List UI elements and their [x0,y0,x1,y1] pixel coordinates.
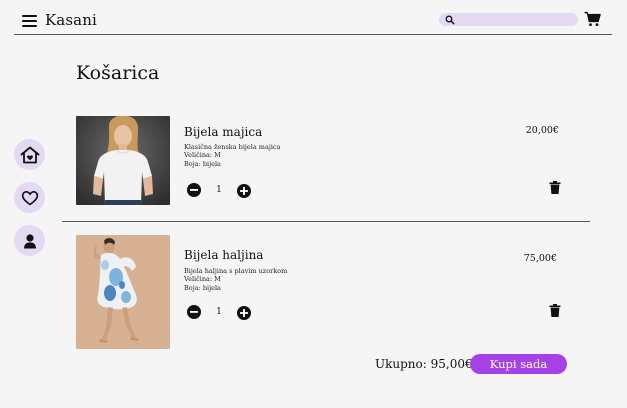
white-dress-model-image [76,235,170,349]
user-icon [23,233,36,248]
increase-quantity-button[interactable] [237,306,251,320]
item-size: Veličina: M [184,275,221,284]
quantity-value: 1 [216,185,222,195]
product-image[interactable] [76,116,170,205]
sidebar-item-home[interactable] [14,139,45,170]
increase-quantity-button[interactable] [237,184,251,198]
item-description: Bijela haljina s plavim uzorkom Veličina… [184,267,287,292]
header-divider [14,34,612,35]
item-price: 20,00€ [525,125,559,136]
minus-icon [190,311,198,313]
minus-icon [190,189,198,191]
heart-icon [21,190,38,205]
sidebar-item-profile[interactable] [14,225,45,256]
cart-icon[interactable] [584,11,601,27]
item-description-text: Klasična ženska bijela majica [184,143,281,151]
menu-icon[interactable] [22,15,37,27]
order-total: Ukupno: 95,00€ [375,357,473,371]
trash-icon[interactable] [549,304,561,317]
sidebar-item-favorites[interactable] [14,182,45,213]
white-tshirt-model-image [76,116,170,205]
decrease-quantity-button[interactable] [187,183,201,197]
quantity-value: 1 [216,307,222,317]
trash-icon[interactable] [549,181,561,194]
search-input[interactable] [439,13,578,26]
home-heart-icon [20,146,39,163]
item-price: 75,00€ [523,253,557,264]
page-title: Košarica [76,62,160,84]
buy-now-button[interactable]: Kupi sada [470,354,567,374]
item-description: Klasična ženska bijela majica Veličina: … [184,143,280,168]
item-name[interactable]: Bijela haljina [184,248,263,262]
product-image[interactable] [76,235,170,349]
brand-logo[interactable]: Kasani [45,11,97,29]
plus-icon [240,187,248,195]
item-divider [62,221,590,222]
item-size: Veličina: M [184,151,221,160]
item-color: Boja: bijela [184,283,221,292]
plus-icon [240,309,248,317]
item-name[interactable]: Bijela majica [184,125,262,139]
decrease-quantity-button[interactable] [187,305,201,319]
item-description-text: Bijela haljina s plavim uzorkom [184,267,288,275]
item-color: Boja: bijela [184,159,221,168]
